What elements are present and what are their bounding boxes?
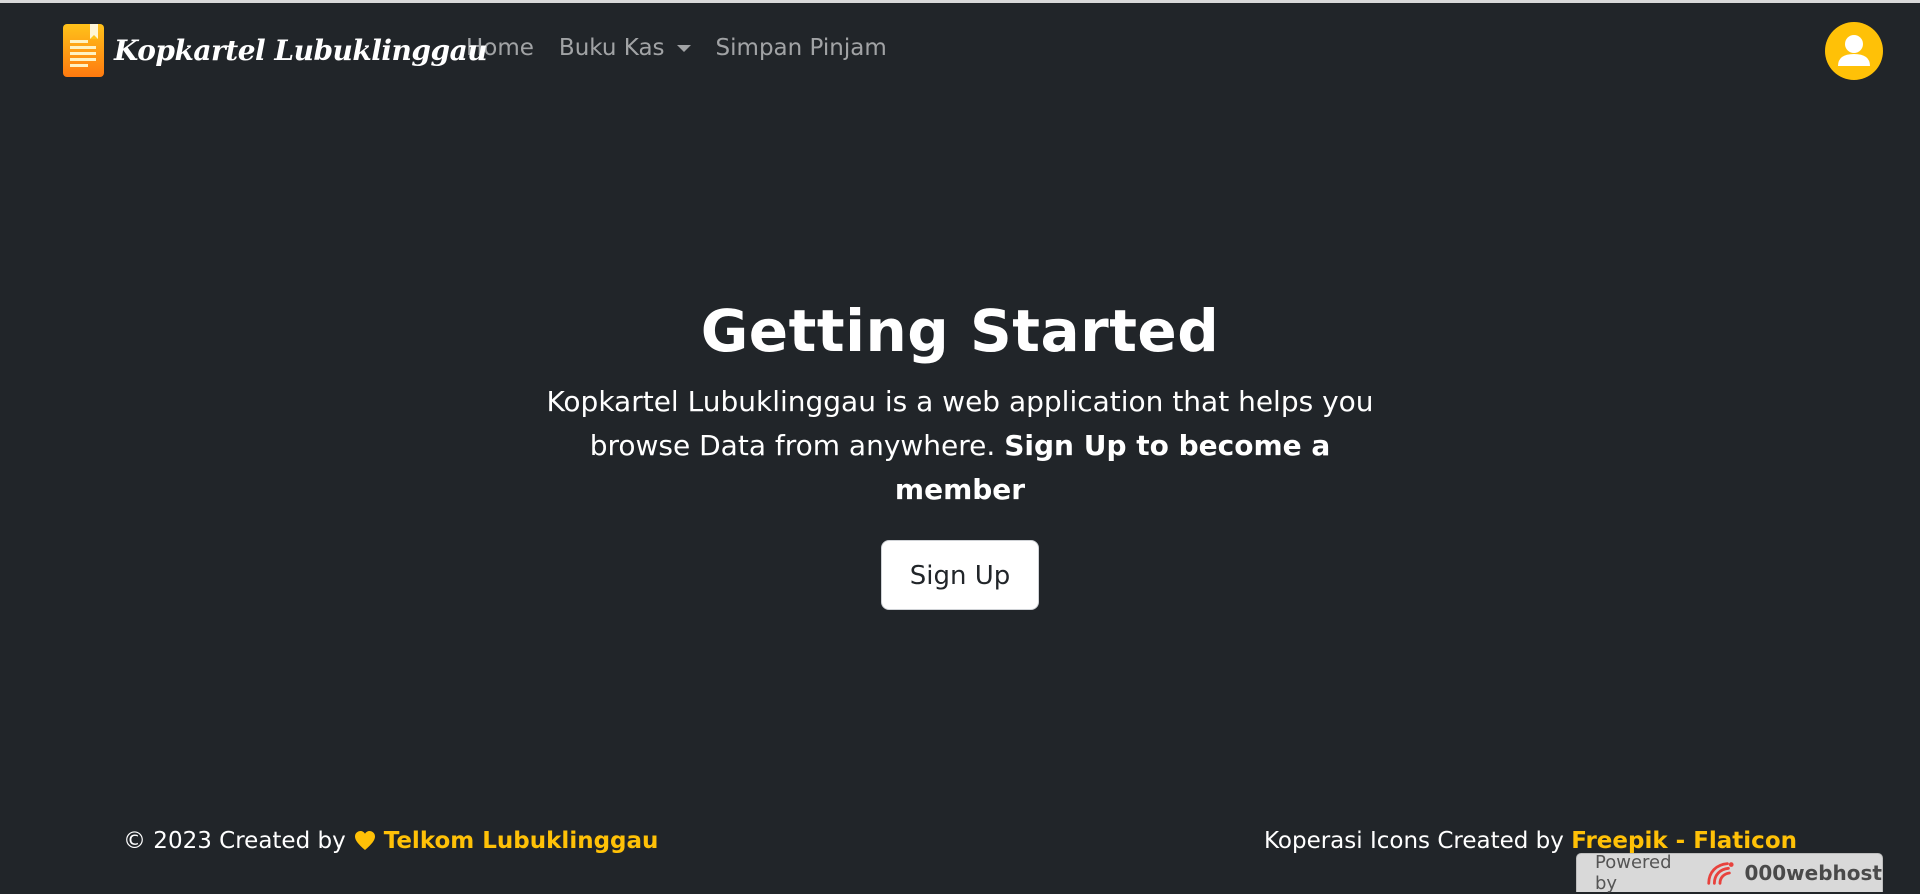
freepik-flaticon-link[interactable]: Freepik - Flaticon [1571,828,1797,854]
brand-link[interactable]: Kopkartel Lubuklinggau [63,23,488,77]
000webhost-logo-icon [1707,862,1734,885]
heart-icon [354,831,375,850]
footer-credit-text: © 2023 Created by [123,828,346,854]
hero-section: Getting Started Kopkartel Lubuklinggau i… [0,290,1920,610]
powered-by-badge[interactable]: Powered by 000webhost [1576,852,1883,894]
page-title: Getting Started [700,297,1220,365]
nav-link-home[interactable]: Home [466,35,534,61]
sign-up-button[interactable]: Sign Up [881,540,1039,610]
telkom-link[interactable]: Telkom Lubuklinggau [384,828,659,854]
navbar: Kopkartel Lubuklinggau Home Buku Kas Sim… [0,3,1920,97]
user-icon [1838,35,1870,66]
caret-down-icon [676,44,691,52]
nav-link-label: Buku Kas [558,35,665,61]
nav-link-label: Home [466,35,534,61]
hero-description: Kopkartel Lubuklinggau is a web applicat… [530,380,1390,512]
footer-icons-credit-text: Koperasi Icons Created by [1263,828,1564,854]
document-icon [63,23,104,77]
nav-links: Home Buku Kas Simpan Pinjam [466,35,887,61]
brand-name: Kopkartel Lubuklinggau [114,33,488,67]
powered-by-host: 000webhost [1744,861,1882,885]
user-avatar-button[interactable] [1825,22,1883,80]
footer-credit: © 2023 Created by Telkom Lubuklinggau [123,828,658,854]
powered-by-label: Powered by [1595,852,1672,894]
nav-link-label: Simpan Pinjam [715,35,887,61]
footer-icons-credit: Koperasi Icons Created by Freepik - Flat… [1264,828,1797,854]
nav-dropdown-buku-kas[interactable]: Buku Kas [559,35,691,61]
nav-link-simpan-pinjam[interactable]: Simpan Pinjam [716,35,887,61]
